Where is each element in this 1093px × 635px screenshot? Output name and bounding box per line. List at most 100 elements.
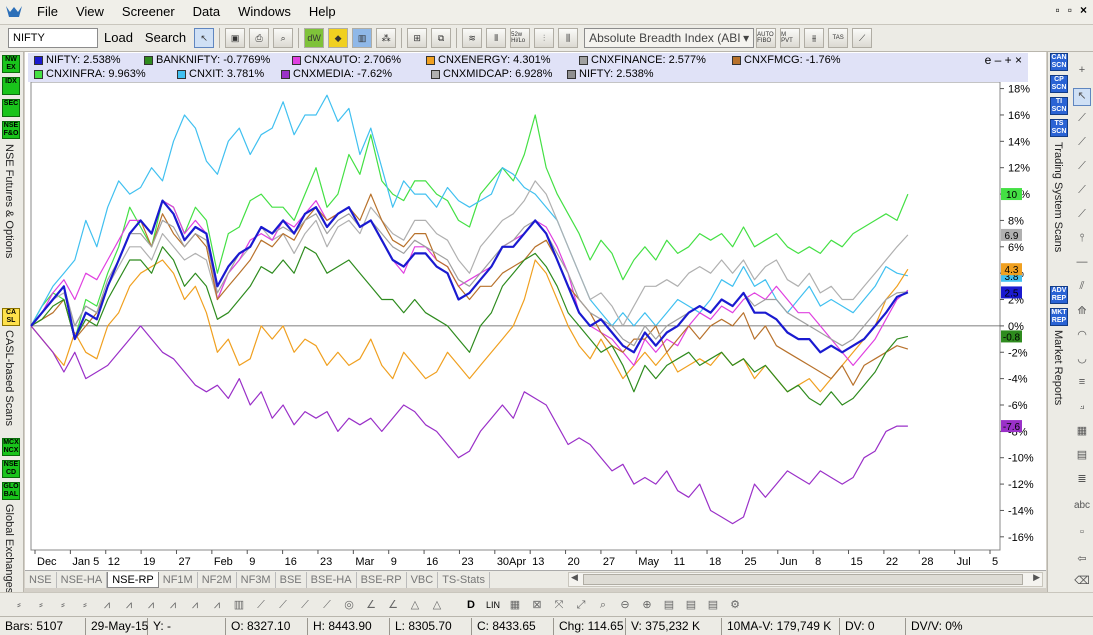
ray-tool-icon[interactable]: ⟋ <box>1073 136 1091 154</box>
cp-scn-button[interactable]: CP SCN <box>1050 75 1068 93</box>
abc-icon[interactable]: △ <box>428 596 446 614</box>
menu-view[interactable]: View <box>67 1 113 23</box>
menu-help[interactable]: Help <box>300 1 345 23</box>
grid-tool-icon[interactable]: ▦ <box>1073 424 1091 442</box>
tab-bse[interactable]: BSE <box>276 572 307 588</box>
mcx-ncx-button[interactable]: MCX NCX <box>2 438 20 456</box>
legend-item[interactable]: CNXMIDCAP: 6.928% <box>431 68 552 80</box>
mkt-rep-button[interactable]: MKT REP <box>1050 308 1068 326</box>
legend-item[interactable]: BANKNIFTY: -0.7769% <box>144 54 270 66</box>
global-button[interactable]: GLO BAL <box>2 482 20 500</box>
nse-cd-button[interactable]: NSE CD <box>2 460 20 478</box>
tab-vbc[interactable]: VBC <box>407 572 439 588</box>
symbol-input[interactable] <box>8 28 98 48</box>
auto-fibo-icon[interactable]: AUTO FIBO <box>756 28 777 48</box>
fib-tool-icon[interactable]: ≡ <box>1073 376 1091 394</box>
window-icon[interactable]: ⧉ <box>431 28 452 48</box>
bar-chart-icon[interactable]: ▥ <box>230 596 248 614</box>
trend-icon[interactable]: ⟋ <box>852 28 873 48</box>
nw-ex-button[interactable]: NW EX <box>2 55 20 73</box>
box-tool-icon[interactable]: ▫ <box>1073 526 1091 544</box>
idx-button[interactable]: IDX <box>2 77 20 95</box>
zoom-in-icon[interactable]: ⊕ <box>638 596 656 614</box>
fan-tool-icon[interactable]: ⟰ <box>1073 304 1091 322</box>
grid-icon[interactable]: ▦ <box>506 596 524 614</box>
volume-icon[interactable]: ⫶ <box>534 28 555 48</box>
legend-item[interactable]: CNXINFRA: 9.963% <box>34 68 146 80</box>
triangle-icon[interactable]: △ <box>406 596 424 614</box>
m-pvt-icon[interactable]: M PVT <box>780 28 801 48</box>
nse-fo-button[interactable]: NSE F&O <box>2 121 20 139</box>
notes-icon[interactable]: ▤ <box>660 596 678 614</box>
ti-scn-button[interactable]: TI SCN <box>1050 97 1068 115</box>
zoom-range-icon[interactable]: ⤢ <box>572 596 590 614</box>
target-icon[interactable]: ◎ <box>340 596 358 614</box>
lin-button[interactable]: LIN <box>484 596 502 614</box>
angle-1-icon[interactable]: ∠ <box>362 596 380 614</box>
relative-performance-chart[interactable]: 18%16%14%12%10%8%6%4%2%0%-2%-4%-6%-8%-10… <box>25 52 1046 570</box>
andrews-icon[interactable]: ⟋ <box>318 596 336 614</box>
legend-item[interactable]: CNXMEDIA: -7.62% <box>281 68 392 80</box>
speed-icon[interactable]: ⟋ <box>296 596 314 614</box>
pattern-2-icon[interactable]: ⩘ <box>120 596 138 614</box>
wave-3-icon[interactable]: ⸗ <box>54 596 72 614</box>
notes-2-icon[interactable]: ▤ <box>682 596 700 614</box>
line-tool-icon[interactable]: ⟋ <box>1073 112 1091 130</box>
tab-nse-ha[interactable]: NSE-HA <box>57 572 108 588</box>
fib-ext-tool-icon[interactable]: ≣ <box>1073 472 1091 490</box>
legend-item[interactable]: CNXAUTO: 2.706% <box>292 54 401 66</box>
cycle-tool-icon[interactable]: ◡ <box>1073 352 1091 370</box>
sec-button[interactable]: SEC <box>2 99 20 117</box>
gann-tool-icon[interactable]: ⟓ <box>1073 400 1091 418</box>
legend-item[interactable]: CNXENERGY: 4.301% <box>426 54 551 66</box>
print-icon[interactable]: ⎙ <box>249 28 270 48</box>
vertical-line-icon[interactable]: ⫯ <box>1073 232 1091 250</box>
legend-item[interactable]: CNXFINANCE: 2.577% <box>579 54 706 66</box>
tab-bse-ha[interactable]: BSE-HA <box>307 572 357 588</box>
wave-2-icon[interactable]: ⸗ <box>32 596 50 614</box>
restore-icon[interactable]: ▫ <box>1068 3 1072 17</box>
zoom-out-icon[interactable]: ⊖ <box>616 596 634 614</box>
save-icon[interactable]: ▣ <box>225 28 246 48</box>
candle-icon[interactable]: ⫼ <box>558 28 579 48</box>
bars-icon[interactable]: ⫴ <box>486 28 507 48</box>
legend-item[interactable]: CNXIT: 3.781% <box>177 68 264 80</box>
zoom-fit-icon[interactable]: ⤧ <box>550 596 568 614</box>
adv-rep-button[interactable]: ADV REP <box>1050 286 1068 304</box>
channel-tool-icon[interactable]: ⫽ <box>1073 280 1091 298</box>
legend-item[interactable]: NIFTY: 2.538% <box>567 68 654 80</box>
52w-hilo-icon[interactable]: 52w Hi/Lo <box>510 28 531 48</box>
settings-icon[interactable]: ⚙ <box>726 596 744 614</box>
search-button[interactable]: Search <box>139 27 192 49</box>
horizontal-line-icon[interactable]: — <box>1073 256 1091 274</box>
pointer-icon[interactable]: ↖ <box>1073 88 1091 106</box>
pattern-1-icon[interactable]: ⩘ <box>98 596 116 614</box>
crosshair-icon[interactable]: ⊠ <box>528 596 546 614</box>
tas-icon[interactable]: TAS <box>828 28 849 48</box>
menu-screener[interactable]: Screener <box>113 1 184 23</box>
stoploss3-tool-icon[interactable]: ⟋ <box>1073 208 1091 226</box>
menu-file[interactable]: File <box>28 1 67 23</box>
scroll-left-icon[interactable]: ◀ <box>571 572 578 583</box>
legend-controls[interactable]: e – + × <box>985 53 1022 67</box>
fib-icon[interactable]: ⟋ <box>274 596 292 614</box>
arrow-tool-icon[interactable]: ⇦ <box>1073 552 1091 570</box>
casl-scans-label[interactable]: CASL-based Scans <box>3 330 15 426</box>
angle-2-icon[interactable]: ∠ <box>384 596 402 614</box>
close-icon[interactable]: × <box>1080 3 1087 17</box>
scrollbar-thumb[interactable] <box>583 574 1023 585</box>
menu-data[interactable]: Data <box>184 1 229 23</box>
chart-type-icon[interactable]: ▥ <box>352 28 373 48</box>
ts-scn-button[interactable]: TS SCN <box>1050 119 1068 137</box>
gann-icon[interactable]: ⟋ <box>252 596 270 614</box>
stoploss-tool-icon[interactable]: ⟋ <box>1073 160 1091 178</box>
legend-item[interactable]: CNXFMCG: -1.76% <box>732 54 841 66</box>
cursor-tool-icon[interactable]: ↖ <box>194 28 215 48</box>
chart-area[interactable]: 18%16%14%12%10%8%6%4%2%0%-2%-4%-6%-8%-10… <box>25 52 1046 570</box>
nse-futures-options-label[interactable]: NSE Futures & Options <box>3 144 15 258</box>
tab-nf2m[interactable]: NF2M <box>198 572 237 588</box>
tab-nf3m[interactable]: NF3M <box>237 572 276 588</box>
diamond-icon[interactable]: ◆ <box>328 28 349 48</box>
stoploss2-tool-icon[interactable]: ⟋ <box>1073 184 1091 202</box>
menu-windows[interactable]: Windows <box>229 1 300 23</box>
